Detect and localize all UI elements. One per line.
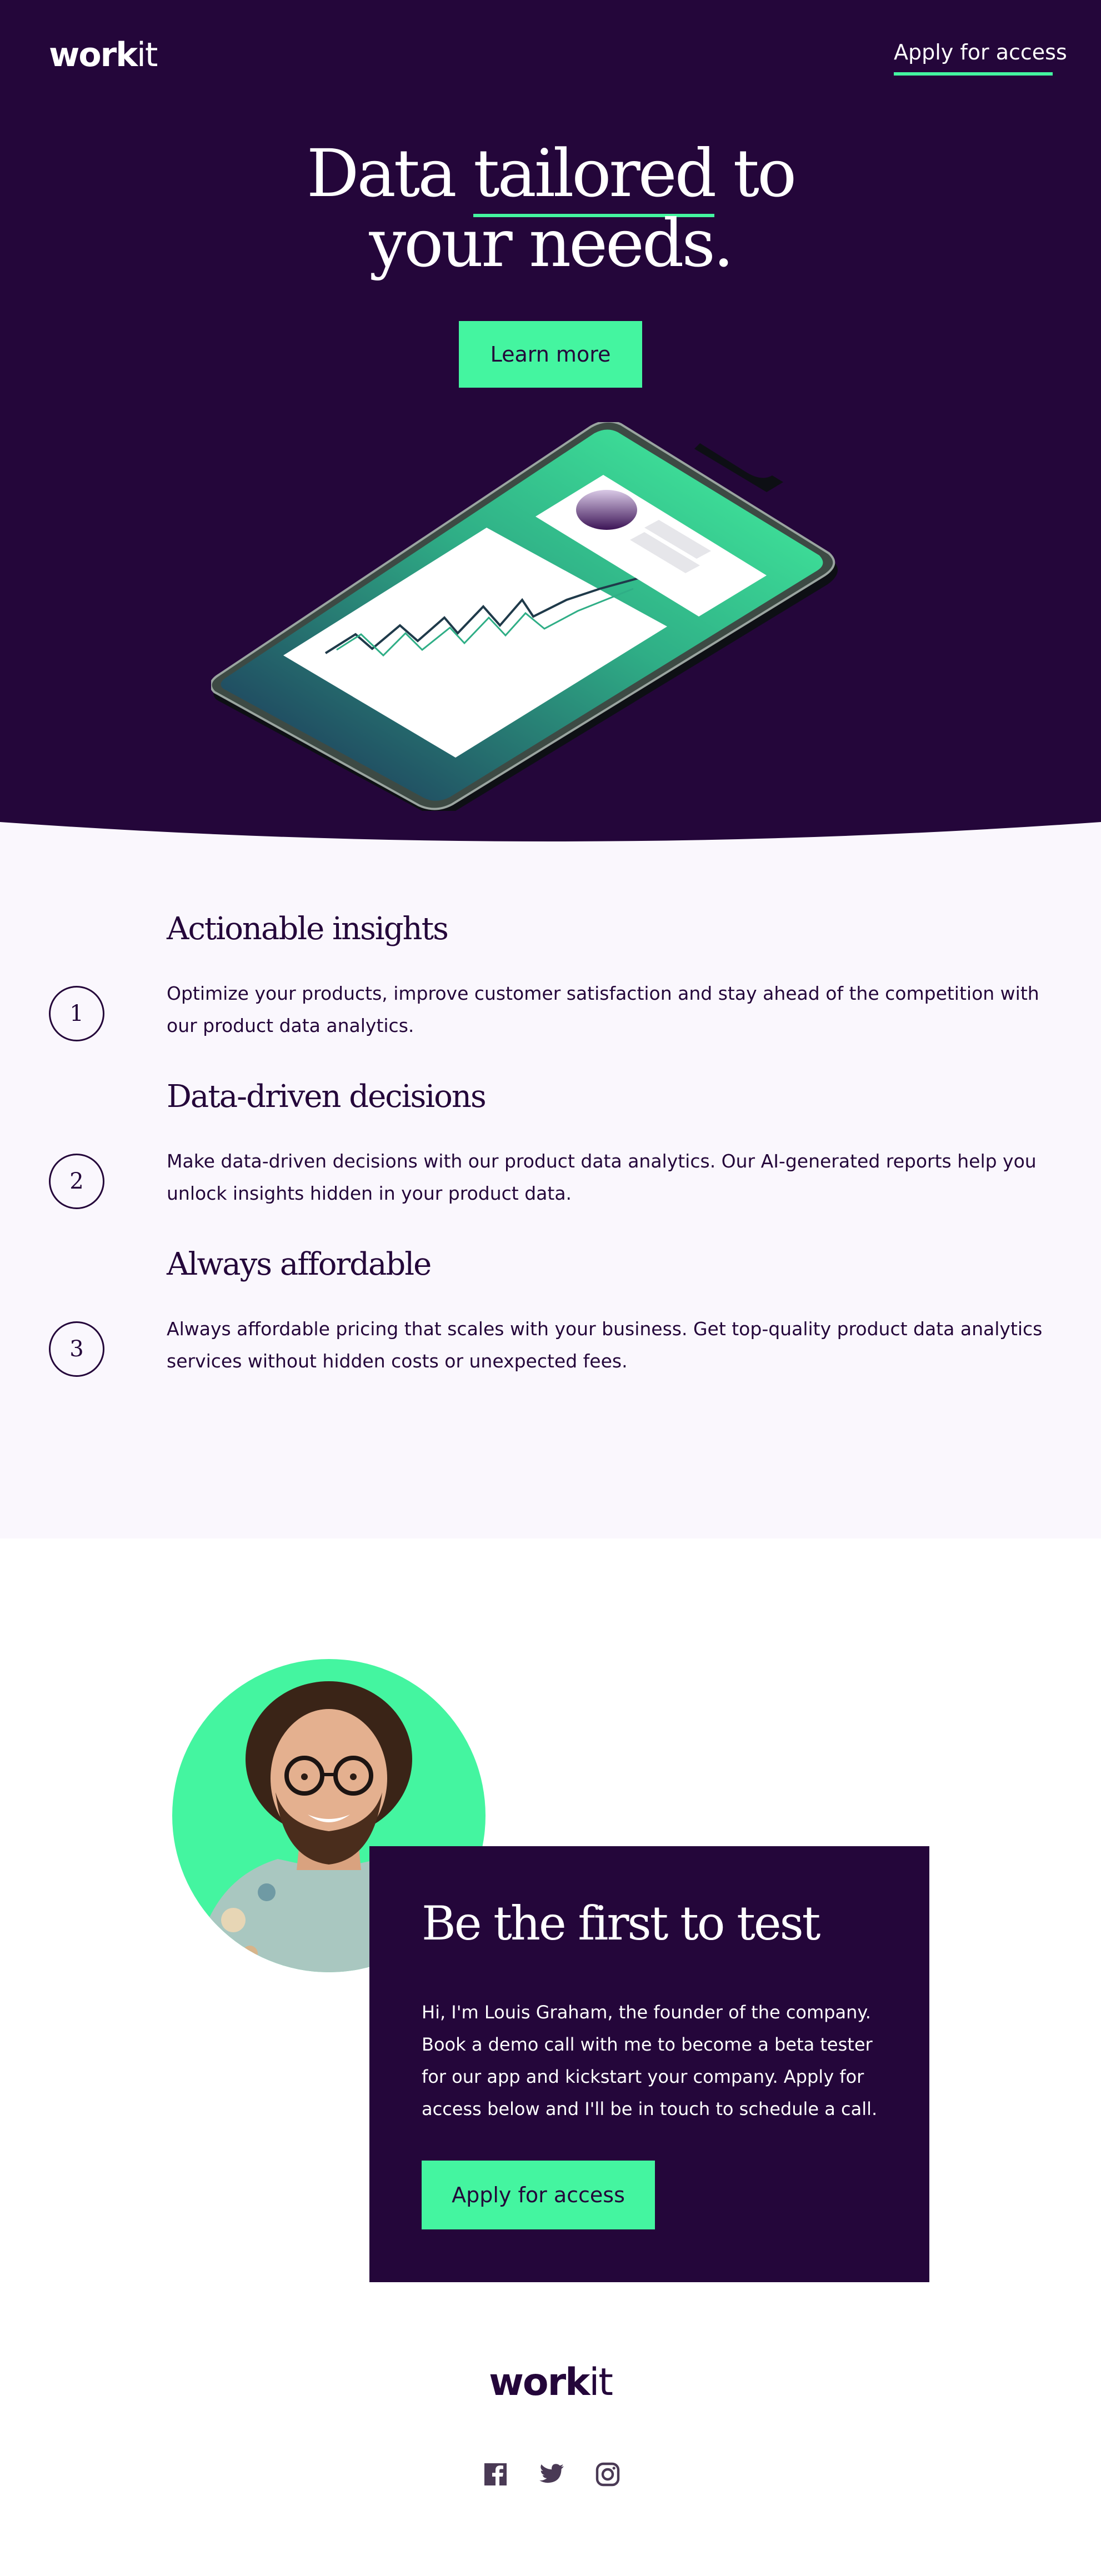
feature-description: Make data-driven decisions with our prod… [167, 1150, 1037, 1204]
social-links [482, 2455, 621, 2494]
facebook-icon[interactable] [482, 2461, 509, 2488]
cta-description: Hi, I'm Louis Graham, the founder of the… [422, 2002, 878, 2119]
footer-logo[interactable]: workit [0, 2361, 1101, 2404]
beta-cta-card: Be the first to test Hi, I'm Louis Graha… [369, 1846, 929, 2282]
instagram-icon[interactable] [594, 2461, 621, 2488]
apply-for-access-link[interactable]: Apply for access [894, 40, 1067, 76]
hero-section: workit Apply for access Data tailored to… [0, 0, 1101, 850]
feature-number: 1 [49, 986, 104, 1041]
learn-more-button[interactable]: Learn more [459, 321, 642, 388]
feature-title: Data-driven decisions [167, 1079, 487, 1115]
feature-description: Always affordable pricing that scales wi… [167, 1318, 1043, 1372]
feature-number: 2 [49, 1154, 104, 1209]
apply-for-access-button[interactable]: Apply for access [422, 2161, 655, 2229]
twitter-icon[interactable] [538, 2461, 565, 2488]
feature-description: Optimize your products, improve customer… [167, 983, 1039, 1036]
hero-title-line2: your needs. [369, 205, 734, 282]
header-logo[interactable]: workit [49, 36, 158, 74]
feature-number: 3 [49, 1321, 104, 1377]
features-section: 1 Actionable insights Optimize your prod… [0, 816, 1101, 1538]
cta-title: Be the first to test [422, 1896, 820, 1951]
phone-illustration [211, 422, 838, 811]
features-bottom-curve [0, 1500, 1101, 1533]
feature-title: Always affordable [167, 1246, 432, 1282]
feature-title: Actionable insights [167, 911, 449, 947]
hero-bottom-curve [0, 816, 1101, 841]
hero-title-line1: Data tailored to [0, 135, 1101, 217]
